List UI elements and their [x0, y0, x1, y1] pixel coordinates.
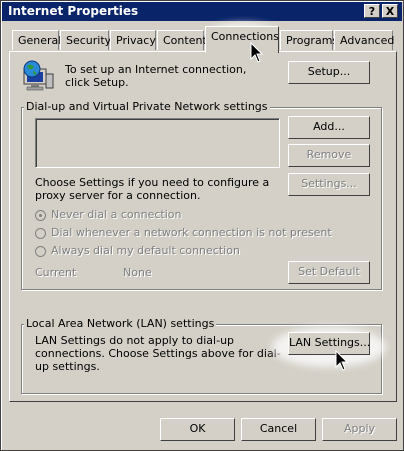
- mouse-pointer-icon: [250, 42, 264, 63]
- tab-general[interactable]: General: [12, 30, 61, 50]
- current-value: None: [123, 266, 152, 279]
- radio-never-dial[interactable]: [35, 210, 46, 221]
- help-button[interactable]: ?: [364, 4, 380, 18]
- connections-list[interactable]: [35, 118, 280, 168]
- mouse-pointer-icon: [335, 350, 349, 371]
- title-bar[interactable]: Internet Properties ? X: [2, 2, 402, 21]
- cancel-button[interactable]: Cancel: [241, 418, 316, 441]
- current-label: Current: [35, 266, 77, 279]
- tab-advanced[interactable]: Advanced: [334, 30, 394, 50]
- lan-group-label: Local Area Network (LAN) settings: [24, 317, 217, 330]
- setup-button[interactable]: Setup...: [288, 61, 370, 84]
- tab-programs[interactable]: Programs: [280, 30, 338, 50]
- remove-button[interactable]: Remove: [288, 144, 370, 167]
- add-button[interactable]: Add...: [288, 116, 370, 139]
- window-title: Internet Properties: [8, 4, 139, 18]
- tab-content[interactable]: Content: [157, 30, 207, 50]
- lan-settings-button[interactable]: LAN Settings...: [288, 332, 370, 355]
- close-button[interactable]: X: [382, 4, 398, 18]
- radio-always-dial[interactable]: [35, 246, 46, 257]
- ok-button[interactable]: OK: [160, 418, 235, 441]
- radio-dial-whenever[interactable]: [35, 228, 46, 239]
- internet-properties-window: Internet Properties ? X General Security…: [0, 0, 404, 451]
- setup-description: To set up an Internet connection, click …: [65, 63, 247, 89]
- globe-computer-icon: [23, 60, 54, 91]
- tab-privacy[interactable]: Privacy: [110, 30, 156, 50]
- set-default-button[interactable]: Set Default: [288, 261, 370, 284]
- radio-dial-whenever-label: Dial whenever a network connection is no…: [51, 226, 332, 239]
- radio-always-dial-label: Always dial my default connection: [51, 244, 240, 257]
- lan-description: LAN Settings do not apply to dial-up con…: [35, 334, 281, 373]
- settings-button[interactable]: Settings...: [288, 173, 370, 196]
- tab-connections[interactable]: Connections: [205, 26, 279, 53]
- tab-security[interactable]: Security: [60, 30, 111, 50]
- dialup-group-label: Dial-up and Virtual Private Network sett…: [24, 100, 270, 113]
- dialup-info-text: Choose Settings if you need to configure…: [35, 176, 270, 202]
- apply-button[interactable]: Apply: [322, 418, 397, 441]
- radio-never-dial-label: Never dial a connection: [51, 208, 182, 221]
